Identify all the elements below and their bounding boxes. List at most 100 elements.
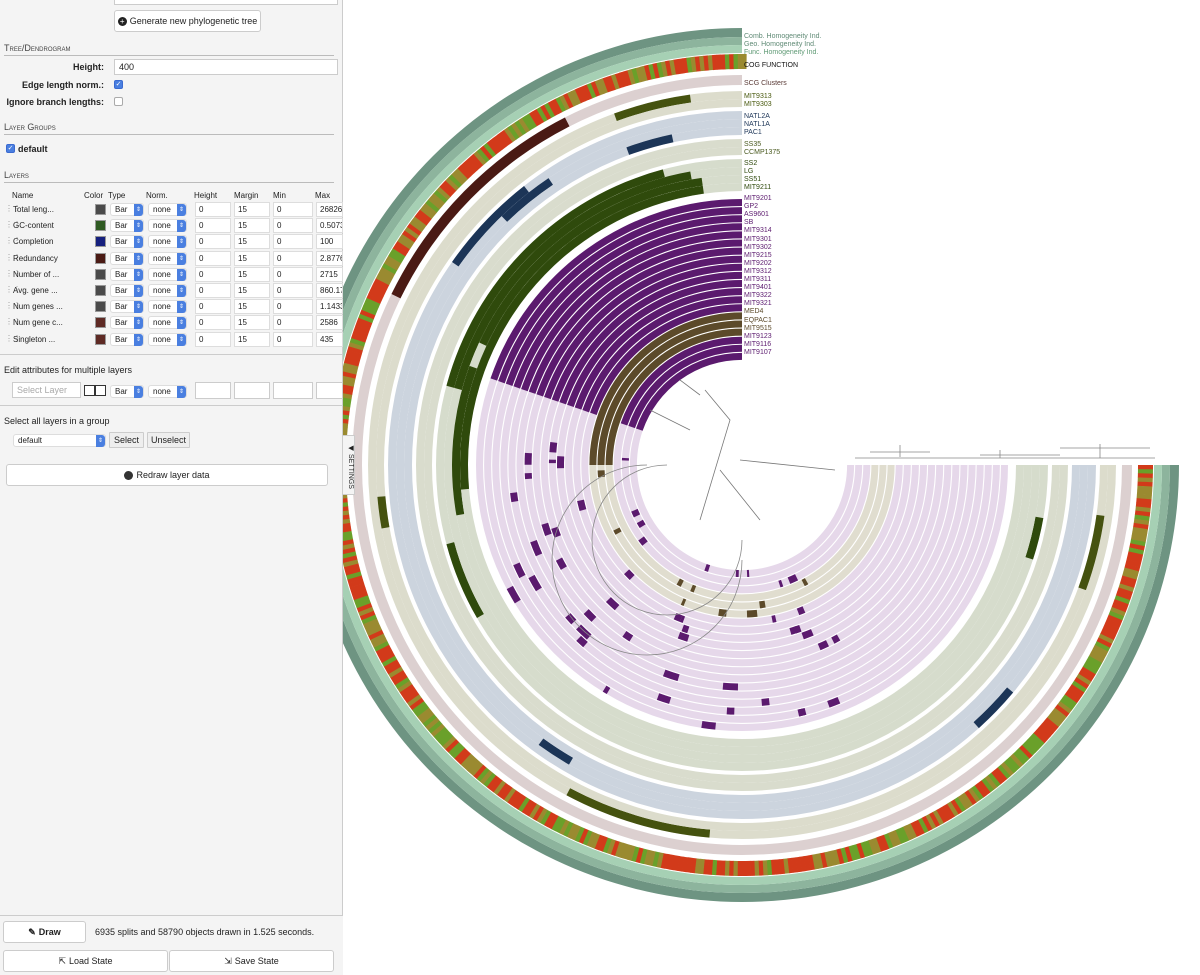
- multi-min-input[interactable]: [273, 382, 313, 399]
- layer-norm-select[interactable]: none ⇕: [148, 300, 187, 314]
- layer-type-select[interactable]: Bar ⇕: [110, 332, 144, 346]
- layer-type-select[interactable]: Bar ⇕: [110, 284, 144, 297]
- layer-margin-input[interactable]: 15: [234, 283, 270, 298]
- layer-min-input[interactable]: 0: [273, 299, 313, 315]
- layer-type-select[interactable]: Bar ⇕: [110, 203, 144, 216]
- layer-color-swatch[interactable]: [95, 317, 106, 329]
- layer-max-input[interactable]: 0.5073: [316, 218, 343, 234]
- layer-height-input[interactable]: 0: [195, 299, 231, 315]
- layer-label: NATL2A: [744, 113, 770, 120]
- generate-tree-button[interactable]: + Generate new phylogenetic tree: [114, 10, 261, 32]
- layer-norm-select[interactable]: none ⇕: [148, 332, 187, 346]
- layer-max-input[interactable]: 2715: [316, 266, 343, 282]
- tree-select[interactable]: [114, 0, 338, 5]
- layer-height-input[interactable]: 0: [195, 315, 231, 331]
- unselect-button[interactable]: Unselect: [147, 432, 190, 448]
- layer-height-input[interactable]: 0: [195, 234, 231, 250]
- layer-color-swatch[interactable]: [95, 204, 106, 215]
- layer-norm-select[interactable]: none ⇕: [148, 203, 187, 216]
- layer-max-input[interactable]: 860.17: [316, 283, 343, 298]
- layer-margin-input[interactable]: 15: [234, 266, 270, 282]
- layer-height-input[interactable]: 0: [195, 202, 231, 217]
- save-state-button[interactable]: ⇲ Save State: [169, 950, 334, 972]
- select-group-label: Select all layers in a group: [4, 416, 110, 426]
- layer-min-input[interactable]: 0: [273, 202, 313, 217]
- layer-bar: [701, 720, 716, 730]
- layer-height-input[interactable]: 0: [195, 250, 231, 266]
- layer-margin-input[interactable]: 15: [234, 234, 270, 250]
- tree-height-input[interactable]: 400: [114, 59, 338, 75]
- layer-min-input[interactable]: 0: [273, 283, 313, 298]
- layer-color-swatch[interactable]: [95, 285, 106, 296]
- select-arrow-icon: ⇕: [134, 285, 143, 297]
- layer-margin-input[interactable]: 15: [234, 202, 270, 217]
- layer-color-swatch[interactable]: [95, 301, 106, 313]
- layer-height-input[interactable]: 0: [195, 331, 231, 347]
- layer-name: Completion: [13, 237, 54, 247]
- layer-type-select[interactable]: Bar ⇕: [110, 219, 144, 233]
- layer-norm-select[interactable]: none ⇕: [148, 316, 187, 330]
- layer-color-swatch[interactable]: [95, 220, 106, 232]
- layer-margin-input[interactable]: 15: [234, 299, 270, 315]
- layer-color-swatch[interactable]: [95, 268, 106, 280]
- layer-norm-select[interactable]: none ⇕: [148, 267, 187, 281]
- layer-max-input[interactable]: 100: [316, 234, 343, 250]
- select-button[interactable]: Select: [109, 432, 144, 448]
- tree-section-heading: Tree/Dendrogram: [4, 43, 334, 56]
- multi-height-input[interactable]: [195, 382, 231, 399]
- layer-type-select[interactable]: Bar ⇕: [110, 251, 144, 265]
- multi-max-input[interactable]: [316, 382, 343, 399]
- column-header: Type: [108, 191, 126, 200]
- layer-norm-select[interactable]: none ⇕: [148, 284, 187, 297]
- layer-color-swatch[interactable]: [95, 252, 106, 264]
- multi-color-picker[interactable]: [84, 385, 106, 396]
- layer-max-input[interactable]: 1.1433: [316, 299, 343, 315]
- layer-type-select[interactable]: Bar ⇕: [110, 235, 144, 249]
- redraw-layer-button[interactable]: Redraw layer data: [6, 464, 328, 486]
- edge-norm-checkbox[interactable]: ✓: [114, 80, 123, 89]
- layer-min-input[interactable]: 0: [273, 218, 313, 234]
- multi-norm-select[interactable]: none ⇕: [148, 385, 187, 398]
- cog-stripe: [754, 860, 760, 876]
- multi-type-select[interactable]: Bar ⇕: [110, 385, 144, 398]
- layer-margin-input[interactable]: 15: [234, 250, 270, 266]
- layer-max-input[interactable]: 2.8776: [316, 250, 343, 266]
- ignore-branch-checkbox[interactable]: [114, 97, 123, 106]
- layer-max-input[interactable]: 268267: [316, 202, 343, 217]
- settings-toggle-tab[interactable]: ◀ SETTINGS: [343, 435, 355, 495]
- select-arrow-icon: ⇕: [177, 220, 186, 233]
- layer-max-input[interactable]: 435: [316, 331, 343, 347]
- layer-label: MIT9321: [744, 300, 772, 308]
- multi-margin-input[interactable]: [234, 382, 270, 399]
- layer-min-input[interactable]: 0: [273, 266, 313, 282]
- layer-height-input[interactable]: 0: [195, 218, 231, 234]
- layer-max-input[interactable]: 2586: [316, 315, 343, 331]
- layer-height-input[interactable]: 0: [195, 283, 231, 298]
- layer-color-swatch[interactable]: [95, 236, 106, 248]
- layer-min-input[interactable]: 0: [273, 331, 313, 347]
- layer-norm-select[interactable]: none ⇕: [148, 235, 187, 249]
- layer-bar: [524, 472, 533, 480]
- layer-norm-select[interactable]: none ⇕: [148, 219, 187, 233]
- layer-norm-select[interactable]: none ⇕: [148, 251, 187, 265]
- layer-type-select[interactable]: Bar ⇕: [110, 316, 144, 330]
- layer-row: ⋮⋮ Num gene c... Bar ⇕ none ⇕ 0 15 0 2586: [0, 315, 343, 331]
- load-state-button[interactable]: ⇱ Load State: [3, 950, 168, 972]
- layer-color-swatch[interactable]: [95, 333, 106, 345]
- layer-min-input[interactable]: 0: [273, 250, 313, 266]
- layer-margin-input[interactable]: 15: [234, 218, 270, 234]
- layer-min-input[interactable]: 0: [273, 315, 313, 331]
- default-group-checkbox[interactable]: ✓: [6, 144, 15, 153]
- layer-type-select[interactable]: Bar ⇕: [110, 267, 144, 281]
- layer-margin-input[interactable]: 15: [234, 315, 270, 331]
- layer-height-input[interactable]: 0: [195, 266, 231, 282]
- layer-min-input[interactable]: 0: [273, 234, 313, 250]
- select-layer-input[interactable]: Select Layer: [12, 382, 81, 398]
- draw-button[interactable]: ✎ Draw: [3, 921, 86, 943]
- layer-type-select[interactable]: Bar ⇕: [110, 300, 144, 314]
- group-select[interactable]: default ⇕: [13, 434, 106, 447]
- layer-margin-input[interactable]: 15: [234, 331, 270, 347]
- layer-label: MIT9116: [744, 340, 772, 348]
- layer-label: EQPAC1: [744, 316, 772, 324]
- cog-stripe: [733, 860, 738, 876]
